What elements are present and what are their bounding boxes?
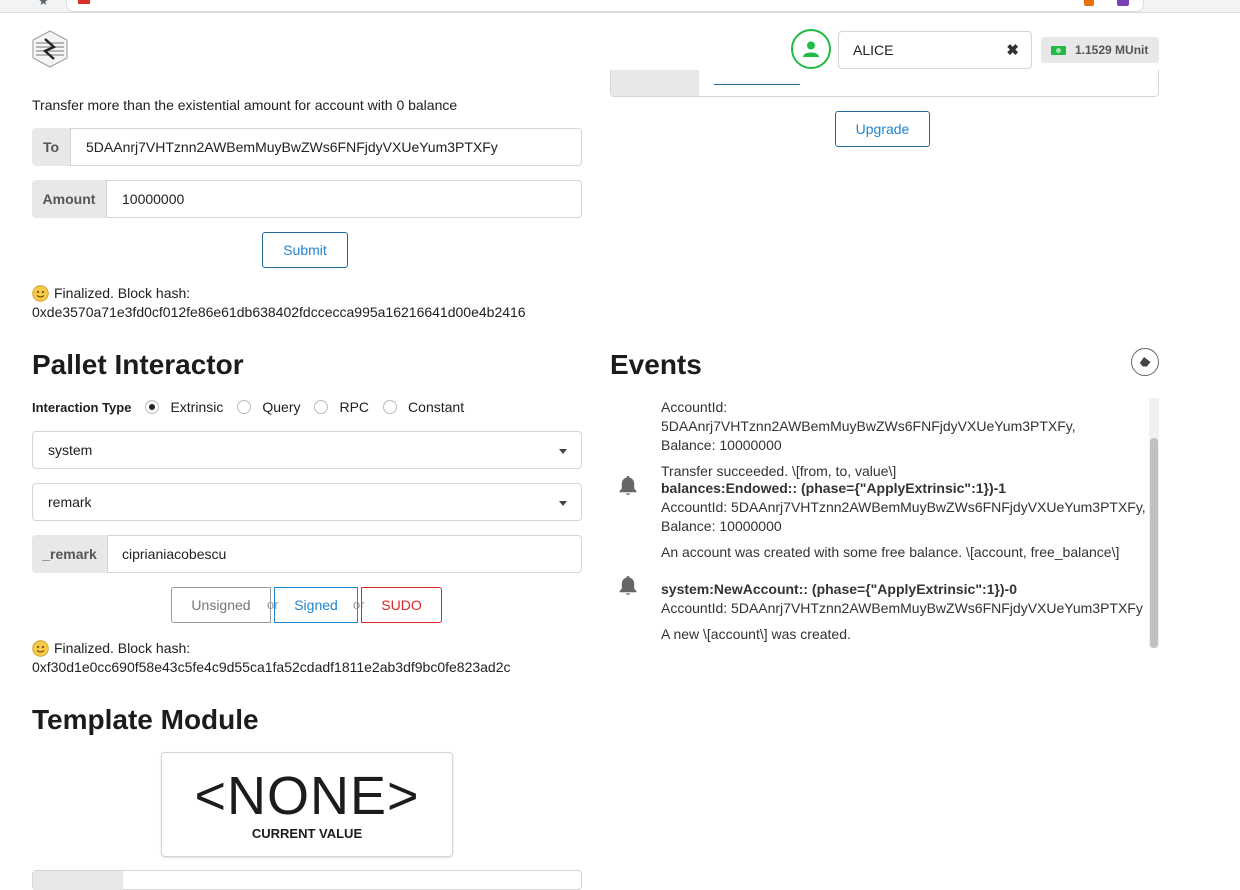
current-value: <NONE> (194, 766, 420, 826)
interaction-type-group: Interaction Type Extrinsic Query RPC Con… (32, 399, 464, 415)
money-icon (1051, 45, 1066, 55)
event-description: An account was created with some free ba… (661, 544, 1120, 560)
submit-button[interactable]: Submit (262, 232, 348, 268)
extension-icon[interactable] (1117, 0, 1129, 6)
upgrade-file-label (611, 70, 699, 96)
event-item: AccountId: 5DAAnrj7VHTznn2AWBemMuyBwZWs6… (661, 398, 1141, 481)
address-bar[interactable] (66, 0, 1144, 12)
browser-toolbar: ★ (0, 0, 1240, 13)
event-item: balances:Endowed:: (phase={"ApplyExtrins… (661, 479, 1151, 562)
pallet-status: Finalized. Block hash: 0xf30d1e0cc690f58… (32, 639, 511, 677)
radio-constant[interactable] (383, 400, 398, 414)
event-description: A new \[account\] was created. (661, 626, 851, 642)
clear-account-icon[interactable]: ✖ (1006, 41, 1019, 59)
not-secure-icon (78, 0, 90, 4)
radio-query[interactable] (237, 400, 252, 414)
radio-extrinsic[interactable] (145, 400, 160, 414)
upgrade-file-input[interactable] (610, 70, 1159, 97)
event-title: system:NewAccount:: (phase={"ApplyExtrin… (661, 581, 1017, 597)
account-avatar[interactable] (791, 29, 831, 69)
smiley-icon (32, 285, 49, 302)
events-title: Events (610, 349, 702, 380)
bell-icon (619, 476, 637, 495)
remark-input[interactable]: ciprianiacobescu (107, 535, 582, 573)
transfer-block-hash: 0xde3570a71e3fd0cf012fe86e61db638402fdcc… (32, 304, 526, 320)
template-module-title: Template Module (32, 704, 259, 735)
pallet-dropdown[interactable]: system (32, 431, 582, 469)
to-address-input[interactable]: 5DAAnrj7VHTznn2AWBemMuyBwZWs6FNFjdyVXUeY… (70, 128, 582, 166)
account-selector[interactable]: ALICE ✖ (838, 31, 1032, 69)
user-icon (803, 41, 819, 57)
radio-extrinsic-label: Extrinsic (170, 399, 224, 415)
transfer-status: Finalized. Block hash: 0xde3570a71e3fd0c… (32, 284, 526, 322)
radio-rpc-label: RPC (339, 399, 370, 415)
pallet-interactor-title: Pallet Interactor (32, 349, 244, 380)
template-value-input[interactable] (32, 870, 582, 890)
radio-constant-label: Constant (408, 399, 465, 415)
amount-label: Amount (32, 180, 106, 218)
event-balance: Balance: 10000000 (661, 518, 782, 534)
upgrade-button[interactable]: Upgrade (835, 111, 930, 147)
event-account: AccountId: 5DAAnrj7VHTznn2AWBemMuyBwZWs6… (661, 499, 1146, 515)
events-scrollbar-thumb[interactable] (1150, 438, 1158, 648)
bell-icon (619, 576, 637, 595)
balance-badge: 1.1529 MUnit (1041, 37, 1159, 63)
callable-dropdown-value: remark (48, 494, 92, 510)
chevron-down-icon (559, 449, 567, 454)
current-value-card: <NONE> CURRENT VALUE (161, 752, 453, 857)
radio-query-label: Query (262, 399, 301, 415)
event-account: AccountId: 5DAAnrj7VHTznn2AWBemMuyBwZWs6… (661, 600, 1143, 616)
substrate-logo-icon (32, 30, 68, 68)
account-selector-value: ALICE (853, 42, 894, 58)
pallet-block-hash: 0xf30d1e0cc690f58e43c5fe4c9d55ca1fa52cda… (32, 659, 511, 675)
brave-shield-icon[interactable] (1084, 0, 1094, 6)
smiley-icon (32, 640, 49, 657)
remark-label: _remark (32, 535, 107, 573)
pallet-dropdown-value: system (48, 442, 93, 458)
event-balance: Balance: 10000000 (661, 437, 782, 453)
event-title: balances:Endowed:: (phase={"ApplyExtrins… (661, 480, 1007, 496)
current-value-caption: CURRENT VALUE (251, 826, 363, 841)
signed-button[interactable]: Signed (274, 587, 358, 623)
balance-amount: 1.1529 MUnit (1075, 43, 1149, 57)
interaction-type-label: Interaction Type (32, 399, 132, 415)
sudo-button[interactable]: SUDO (361, 587, 442, 623)
event-account: AccountId: 5DAAnrj7VHTznn2AWBemMuyBwZWs6… (661, 399, 1076, 434)
event-item: system:NewAccount:: (phase={"ApplyExtrin… (661, 580, 1151, 644)
transfer-status-text: Finalized. Block hash: (54, 285, 191, 301)
amount-input[interactable]: 10000000 (106, 180, 582, 218)
unsigned-button[interactable]: Unsigned (171, 587, 271, 623)
chevron-down-icon (559, 501, 567, 506)
bookmark-star-icon[interactable]: ★ (38, 0, 49, 8)
events-feed[interactable]: AccountId: 5DAAnrj7VHTznn2AWBemMuyBwZWs6… (610, 398, 1159, 648)
to-label: To (32, 128, 70, 166)
radio-rpc[interactable] (314, 400, 329, 414)
callable-dropdown[interactable]: remark (32, 483, 582, 521)
pallet-status-text: Finalized. Block hash: (54, 640, 191, 656)
transfer-hint: Transfer more than the existential amoun… (32, 97, 458, 113)
clear-events-button[interactable] (1131, 348, 1159, 376)
eraser-icon (1139, 357, 1151, 368)
